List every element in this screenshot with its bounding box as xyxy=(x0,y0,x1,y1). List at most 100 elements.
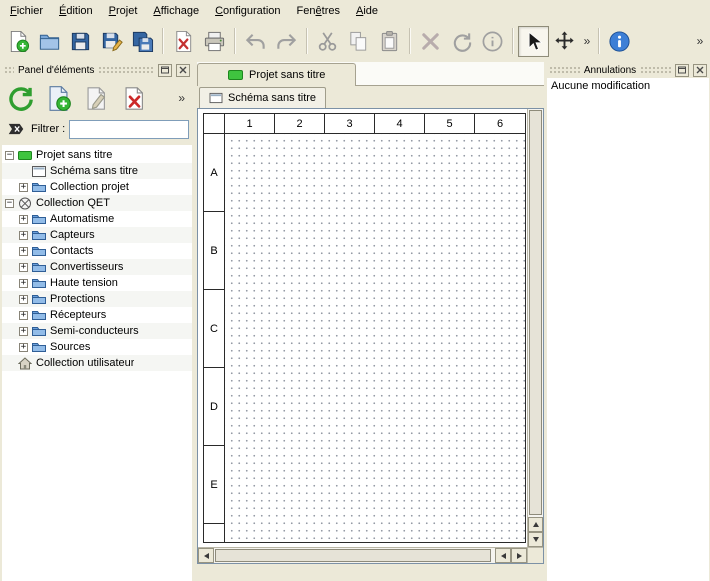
cut-button[interactable] xyxy=(312,26,343,57)
tab-project[interactable]: Projet sans titre xyxy=(197,63,356,86)
dock-close-button[interactable] xyxy=(693,64,707,77)
menu-fenetres[interactable]: Fenêtres xyxy=(289,1,348,21)
float-icon xyxy=(160,65,170,75)
toolbar-separator xyxy=(162,28,164,54)
tab-schema[interactable]: Schéma sans titre xyxy=(199,87,326,108)
close-project-button[interactable] xyxy=(168,26,199,57)
expand-icon[interactable]: + xyxy=(19,327,28,336)
copy-button[interactable] xyxy=(343,26,374,57)
undo-button[interactable] xyxy=(240,26,271,57)
delete-button[interactable] xyxy=(415,26,446,57)
dock-grip[interactable] xyxy=(549,66,580,74)
expand-icon[interactable]: + xyxy=(19,279,28,288)
scroll-down-button[interactable] xyxy=(528,532,543,547)
elements-panel-titlebar[interactable]: Panel d'éléments xyxy=(2,62,192,78)
save-button[interactable] xyxy=(65,26,96,57)
horizontal-scrollbar[interactable] xyxy=(198,547,527,563)
open-project-button[interactable] xyxy=(34,26,65,57)
dock-close-button[interactable] xyxy=(176,64,190,77)
toolbar-separator xyxy=(598,28,600,54)
menu-fichier[interactable]: Fichier xyxy=(2,1,51,21)
menu-bar: FichierÉditionProjetAffichageConfigurati… xyxy=(0,0,710,22)
edit-element-button[interactable] xyxy=(80,82,113,115)
undo-dock-titlebar[interactable]: Annulations xyxy=(547,62,709,78)
new-project-button[interactable] xyxy=(3,26,34,57)
save-all-button[interactable] xyxy=(127,26,158,57)
menu-edition[interactable]: Édition xyxy=(51,1,101,21)
schema-view[interactable]: 123456 ABCDE xyxy=(198,109,527,547)
column-header-row: 123456 xyxy=(204,114,525,134)
collapse-icon[interactable]: − xyxy=(5,151,14,160)
dock-grip[interactable] xyxy=(4,66,14,74)
move-tool-button[interactable] xyxy=(549,26,580,57)
tree-item-collection-utilisateur[interactable]: Collection utilisateur xyxy=(2,355,192,371)
filter-row: Filtrer : xyxy=(2,118,192,145)
tree-item-projet-sans-titre[interactable]: −Projet sans titre xyxy=(2,147,192,163)
tree-item-collection-projet[interactable]: +Collection projet xyxy=(2,179,192,195)
expand-icon[interactable]: + xyxy=(19,231,28,240)
clear-filter-button[interactable] xyxy=(5,120,27,139)
tree-item-protections[interactable]: +Protections xyxy=(2,291,192,307)
horizontal-scrollbar-thumb[interactable] xyxy=(215,549,491,562)
expand-icon[interactable]: + xyxy=(19,263,28,272)
elements-panel-title: Panel d'éléments xyxy=(18,65,94,76)
menu-affichage[interactable]: Affichage xyxy=(145,1,207,21)
rotate-button[interactable] xyxy=(446,26,477,57)
collapse-icon[interactable]: − xyxy=(5,199,14,208)
delete-element-button[interactable] xyxy=(118,82,151,115)
save-as-button[interactable] xyxy=(96,26,127,57)
filter-input[interactable] xyxy=(69,120,189,139)
column-header-5: 5 xyxy=(425,114,475,134)
delete-icon xyxy=(419,30,442,53)
tree-item-semi-conducteurs[interactable]: +Semi-conducteurs xyxy=(2,323,192,339)
panel-toolbar-overflow[interactable]: » xyxy=(178,91,190,105)
tree-item-contacts[interactable]: +Contacts xyxy=(2,243,192,259)
expand-icon[interactable]: + xyxy=(19,183,28,192)
save-as-icon xyxy=(100,30,123,53)
scroll-up-button[interactable] xyxy=(528,517,543,532)
print-button[interactable] xyxy=(199,26,230,57)
vertical-scrollbar-thumb[interactable] xyxy=(529,110,542,515)
folder-icon xyxy=(32,261,46,274)
menu-configuration[interactable]: Configuration xyxy=(207,1,288,21)
vertical-scrollbar[interactable] xyxy=(527,109,543,547)
menu-projet[interactable]: Projet xyxy=(101,1,146,21)
toolbar-separator xyxy=(234,28,236,54)
tree-item-haute-tension[interactable]: +Haute tension xyxy=(2,275,192,291)
new-element-icon xyxy=(45,85,72,112)
tree-item-automatisme[interactable]: +Automatisme xyxy=(2,211,192,227)
scroll-right-button[interactable] xyxy=(511,548,527,563)
dock-grip[interactable] xyxy=(640,66,671,74)
reload-collections-button[interactable] xyxy=(4,82,37,115)
redo-button[interactable] xyxy=(271,26,302,57)
toolbar-extension-button[interactable]: » xyxy=(580,26,594,57)
row-header-extra xyxy=(204,524,225,542)
tree-item-collection-qet[interactable]: −Collection QET xyxy=(2,195,192,211)
about-button[interactable] xyxy=(604,26,635,57)
tree-item-convertisseurs[interactable]: +Convertisseurs xyxy=(2,259,192,275)
expand-icon[interactable]: + xyxy=(19,215,28,224)
dock-float-button[interactable] xyxy=(675,64,689,77)
help-toolbar-extension-button[interactable]: » xyxy=(693,26,707,57)
info-button[interactable] xyxy=(477,26,508,57)
tree-item-capteurs[interactable]: +Capteurs xyxy=(2,227,192,243)
expand-icon[interactable]: + xyxy=(19,343,28,352)
paste-button[interactable] xyxy=(374,26,405,57)
scroll-left-button-2[interactable] xyxy=(495,548,511,563)
expand-icon[interactable]: + xyxy=(19,247,28,256)
dock-float-button[interactable] xyxy=(158,64,172,77)
tree-item-schema-sans-titre[interactable]: Schéma sans titre xyxy=(2,163,192,179)
ruler-corner xyxy=(204,114,225,134)
tree-item-recepteurs[interactable]: +Récepteurs xyxy=(2,307,192,323)
about-icon xyxy=(608,30,631,53)
tree-item-sources[interactable]: +Sources xyxy=(2,339,192,355)
dock-grip[interactable] xyxy=(98,66,154,74)
project-tabbar: Projet sans titre xyxy=(197,62,544,86)
expand-icon[interactable]: + xyxy=(19,295,28,304)
new-element-button[interactable] xyxy=(42,82,75,115)
diagram-grid[interactable] xyxy=(225,134,525,542)
menu-aide[interactable]: Aide xyxy=(348,1,386,21)
scroll-left-button[interactable] xyxy=(198,548,214,563)
select-tool-button[interactable] xyxy=(518,26,549,57)
expand-icon[interactable]: + xyxy=(19,311,28,320)
